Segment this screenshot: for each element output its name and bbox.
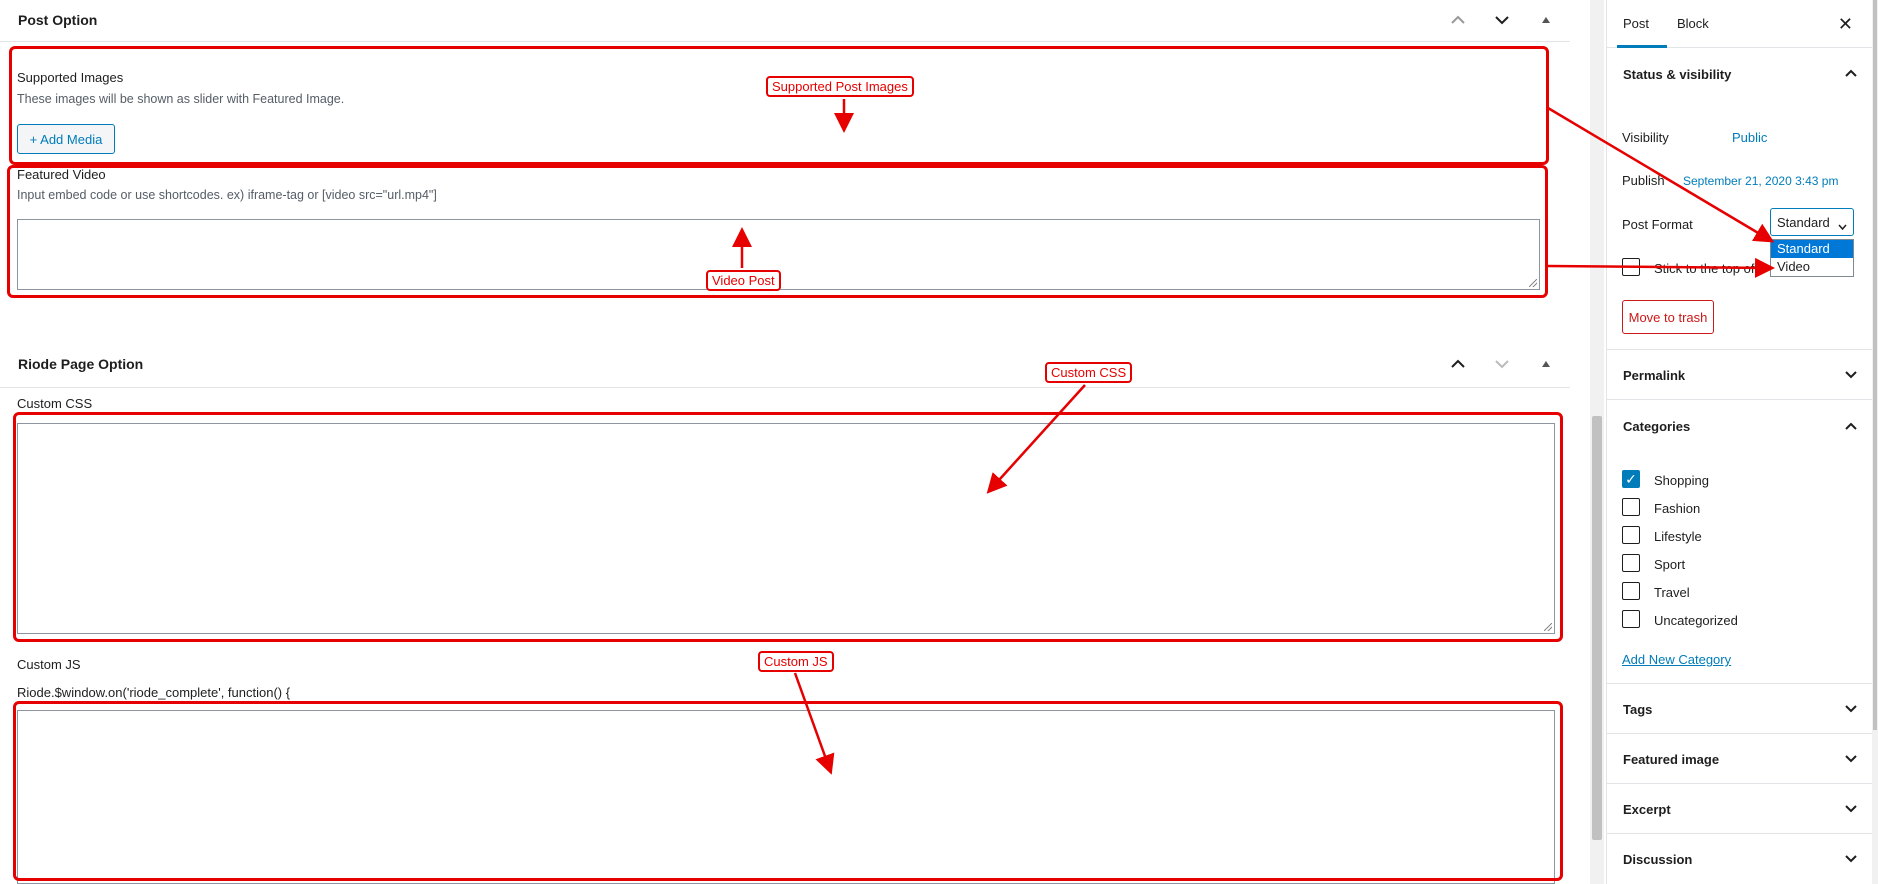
- add-media-button[interactable]: + Add Media: [17, 124, 115, 154]
- category-label-uncategorized: Uncategorized: [1654, 613, 1738, 628]
- category-checkbox-fashion[interactable]: [1622, 498, 1640, 516]
- custom-css-label: Custom CSS: [17, 396, 93, 411]
- permalink-section[interactable]: Permalink: [1607, 350, 1873, 400]
- post-format-option-standard[interactable]: Standard: [1771, 240, 1853, 258]
- category-label-sport: Sport: [1654, 557, 1686, 572]
- chevron-down-icon[interactable]: [1845, 802, 1857, 816]
- supported-images-description: These images will be shown as slider wit…: [17, 92, 345, 106]
- sticky-label: Stick to the top of: [1654, 261, 1755, 276]
- featured-video-description: Input embed code or use shortcodes. ex) …: [17, 188, 437, 202]
- move-up-icon[interactable]: [1448, 10, 1468, 30]
- supported-images-label: Supported Images: [17, 70, 124, 85]
- close-icon[interactable]: ✕: [1838, 14, 1853, 35]
- post-option-header[interactable]: Post Option: [0, 0, 1570, 42]
- page-option-title: Riode Page Option: [18, 356, 144, 372]
- chevron-up-icon[interactable]: [1845, 419, 1857, 433]
- sidebar-scrollbar[interactable]: [1872, 0, 1878, 884]
- chevron-up-icon[interactable]: [1845, 66, 1857, 80]
- category-label-shopping: Shopping: [1654, 473, 1709, 488]
- post-option-title: Post Option: [18, 12, 98, 28]
- category-label-travel: Travel: [1654, 585, 1690, 600]
- featured-image-title[interactable]: Featured image: [1623, 752, 1719, 767]
- chevron-down-icon[interactable]: [1845, 368, 1857, 382]
- tab-block[interactable]: Block: [1677, 16, 1709, 31]
- category-checkbox-travel[interactable]: [1622, 582, 1640, 600]
- category-checkbox-sport[interactable]: [1622, 554, 1640, 572]
- publish-label: Publish: [1622, 173, 1665, 188]
- post-format-dropdown: Standard Video: [1770, 239, 1854, 277]
- featured-video-label: Featured Video: [17, 167, 106, 182]
- status-visibility-title[interactable]: Status & visibility: [1623, 67, 1731, 82]
- custom-js-label: Custom JS: [17, 657, 81, 672]
- collapse-toggle-icon[interactable]: [1536, 10, 1556, 30]
- category-checkbox-shopping[interactable]: ✓: [1622, 470, 1640, 488]
- move-up-icon[interactable]: [1448, 354, 1468, 374]
- chevron-down-icon[interactable]: [1845, 702, 1857, 716]
- add-new-category-link[interactable]: Add New Category: [1622, 652, 1731, 667]
- category-checkbox-uncategorized[interactable]: [1622, 610, 1640, 628]
- annotation-label-custom-js: Custom JS: [758, 651, 834, 672]
- tags-section[interactable]: Tags: [1607, 684, 1873, 734]
- discussion-title[interactable]: Discussion: [1623, 852, 1692, 867]
- tags-title[interactable]: Tags: [1623, 702, 1652, 717]
- category-label-lifestyle: Lifestyle: [1654, 529, 1702, 544]
- editor-scrollbar[interactable]: [1590, 0, 1604, 884]
- chevron-down-icon[interactable]: [1845, 752, 1857, 766]
- annotation-label-video-post: Video Post: [706, 270, 781, 291]
- discussion-section[interactable]: Discussion: [1607, 834, 1873, 884]
- custom-css-input[interactable]: [17, 423, 1555, 634]
- chevron-down-icon: [1838, 218, 1847, 233]
- post-format-option-video[interactable]: Video: [1771, 258, 1853, 276]
- annotation-label-custom-css: Custom CSS: [1045, 362, 1133, 383]
- page-option-header[interactable]: Riode Page Option: [0, 346, 1570, 388]
- publish-date-link[interactable]: September 21, 2020 3:43 pm: [1683, 174, 1838, 188]
- editor-main-area: Post Option Supported Images These image…: [0, 0, 1590, 884]
- annotation-label-supported-images: Supported Post Images: [766, 76, 914, 97]
- visibility-label: Visibility: [1622, 130, 1669, 145]
- resize-handle-icon[interactable]: [1529, 279, 1537, 287]
- post-format-select[interactable]: Standard: [1770, 208, 1854, 236]
- post-format-label: Post Format: [1622, 217, 1693, 232]
- tab-post[interactable]: Post: [1623, 16, 1649, 31]
- chevron-down-icon[interactable]: [1845, 852, 1857, 866]
- sidebar-scrollbar-thumb[interactable]: [1873, 0, 1877, 730]
- excerpt-section[interactable]: Excerpt: [1607, 784, 1873, 834]
- custom-js-prefix: Riode.$window.on('riode_complete', funct…: [17, 685, 291, 700]
- move-to-trash-button[interactable]: Move to trash: [1622, 300, 1714, 334]
- permalink-title[interactable]: Permalink: [1623, 368, 1685, 383]
- sidebar-tabs: Post Block ✕: [1607, 0, 1873, 48]
- featured-image-section[interactable]: Featured image: [1607, 734, 1873, 784]
- collapse-toggle-icon[interactable]: [1536, 354, 1556, 374]
- category-checkbox-lifestyle[interactable]: [1622, 526, 1640, 544]
- post-format-selected: Standard: [1777, 214, 1830, 230]
- resize-handle-icon[interactable]: [1544, 623, 1552, 631]
- categories-title[interactable]: Categories: [1623, 419, 1690, 434]
- visibility-value-link[interactable]: Public: [1732, 130, 1767, 145]
- categories-section: Categories: [1607, 400, 1873, 684]
- move-down-icon[interactable]: [1492, 10, 1512, 30]
- sticky-checkbox[interactable]: [1622, 258, 1640, 276]
- category-label-fashion: Fashion: [1654, 501, 1701, 516]
- excerpt-title[interactable]: Excerpt: [1623, 802, 1671, 817]
- editor-scrollbar-thumb[interactable]: [1592, 416, 1602, 840]
- custom-js-input[interactable]: [17, 710, 1555, 884]
- move-down-icon[interactable]: [1492, 354, 1512, 374]
